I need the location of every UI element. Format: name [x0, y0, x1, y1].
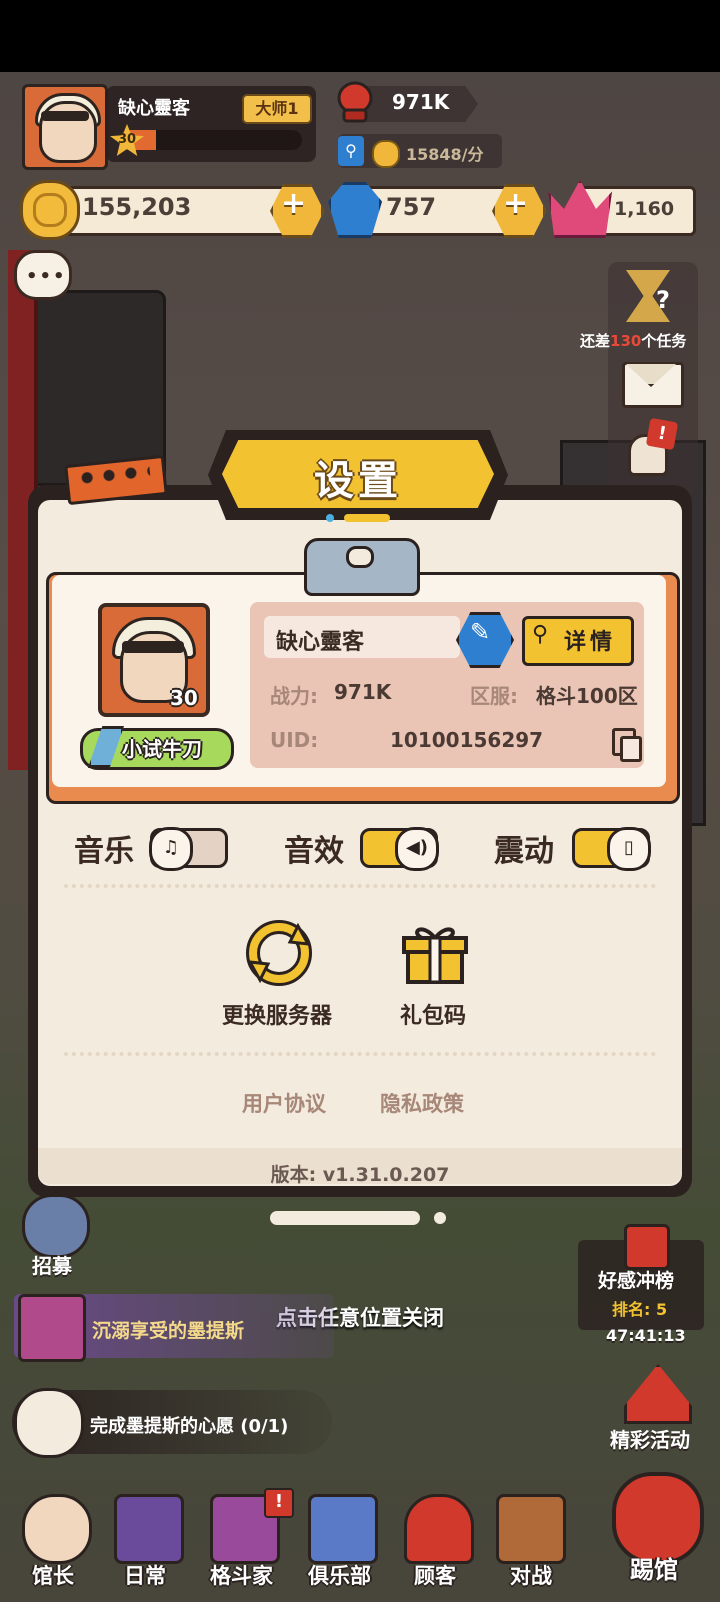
task-remaining: 还差130个任务 [580, 332, 687, 350]
wish-book-icon [14, 1388, 84, 1458]
daily-book-icon [114, 1494, 184, 1564]
version-text: 版本: v1.31.0.207 [270, 1164, 450, 1186]
nav-customers-label: 顾客 [414, 1564, 456, 1588]
kick-gym-label: 踢馆 [630, 1556, 678, 1584]
music-note-icon: ♫ [149, 827, 193, 871]
speaker-icon: ◀) [395, 827, 439, 871]
customers-icon [404, 1494, 474, 1564]
profile-level: 30 [170, 686, 198, 710]
income-value: 15848/分 [406, 145, 484, 164]
pencil-icon: ✎ [470, 618, 491, 646]
rank-badge: 大师1 [242, 94, 312, 124]
player-level: 30 [118, 132, 137, 147]
trophy-icon [624, 1224, 670, 1270]
server-value: 格斗100区 [536, 684, 638, 708]
scroll-dot [434, 1212, 446, 1224]
nav-fighters-label: 格斗家 [210, 1564, 273, 1588]
search-icon[interactable]: ⚲ [338, 136, 364, 166]
nav-club-label: 俱乐部 [308, 1564, 371, 1588]
gift-icon[interactable] [402, 920, 468, 986]
detail-button-label: 详情 [564, 630, 617, 655]
music-label: 音乐 [74, 834, 134, 869]
manager-icon [22, 1494, 92, 1564]
nav-manager-label: 馆长 [32, 1564, 74, 1588]
boxing-glove-icon [337, 81, 373, 123]
divider [64, 884, 656, 888]
alert-badge: ! [645, 417, 679, 451]
event-title: 好感冲榜 [598, 1270, 675, 1292]
plus-icon: + [503, 186, 529, 221]
page-indicator [326, 514, 394, 522]
uid-value: 10100156297 [390, 728, 544, 752]
status-bar [0, 0, 720, 72]
quest-avatar [18, 1294, 86, 1362]
chat-dots: ••• [26, 266, 67, 287]
nav-daily-label: 日常 [124, 1564, 166, 1588]
uid-label: UID: [270, 728, 319, 752]
club-icon [308, 1494, 378, 1564]
plus-icon: + [281, 186, 307, 221]
title-tag-label: 小试牛刀 [122, 737, 202, 761]
event-rank: 排名: 5 [612, 1300, 668, 1319]
power-label: 战力: [270, 684, 318, 708]
sound-toggle[interactable]: ◀) [360, 827, 439, 871]
events-label[interactable]: 精彩活动 [610, 1424, 690, 1453]
privacy-policy-link[interactable]: 隐私政策 [380, 1088, 464, 1118]
vibrate-icon: ▯ [607, 827, 651, 871]
gift-code-label[interactable]: 礼包码 [400, 998, 466, 1030]
profile-name: 缺心靈客 [276, 630, 365, 655]
battle-icon [496, 1494, 566, 1564]
clip-hole [346, 546, 374, 568]
vibration-label: 震动 [494, 834, 554, 869]
gem-value: 757 [386, 193, 437, 221]
fighters-alert-badge: ! [264, 1488, 294, 1518]
scroll-indicator [270, 1211, 420, 1225]
divider [64, 1052, 656, 1056]
server-label: 区服: [470, 684, 518, 708]
coin-icon [372, 140, 400, 168]
profile-power-value: 971K [334, 680, 392, 704]
xp-bar [120, 130, 302, 150]
power-value: 971K [392, 90, 450, 114]
question-icon: ? [656, 286, 670, 314]
event-timer: 47:41:13 [606, 1326, 686, 1345]
change-server-label[interactable]: 更换服务器 [222, 998, 332, 1030]
user-agreement-link[interactable]: 用户协议 [242, 1088, 326, 1118]
recruit-label[interactable]: 招募 [32, 1250, 72, 1279]
vibration-toggle[interactable]: ▯ [572, 827, 651, 871]
quest-text: 沉溺享受的墨提斯 [92, 1320, 245, 1342]
recruit-icon[interactable] [22, 1194, 90, 1258]
hearts-value: 1,160 [614, 198, 675, 220]
music-toggle[interactable]: ♫ [149, 827, 228, 871]
copy-icon-front [620, 736, 642, 762]
magnifier-icon: ⚲ [532, 622, 549, 647]
wish-task-text: 完成墨提斯的心愿 (0/1) [90, 1416, 289, 1437]
sound-label: 音效 [284, 834, 344, 869]
gold-coin-icon [20, 180, 80, 240]
gold-value: 155,203 [82, 193, 192, 221]
nav-battle-label: 对战 [510, 1564, 552, 1588]
player-name: 缺心靈客 [118, 98, 190, 119]
player-avatar[interactable] [22, 84, 108, 170]
task-count: 130 [610, 332, 642, 350]
swap-server-icon[interactable] [246, 920, 312, 986]
dialog-title: 设置 [314, 458, 402, 504]
